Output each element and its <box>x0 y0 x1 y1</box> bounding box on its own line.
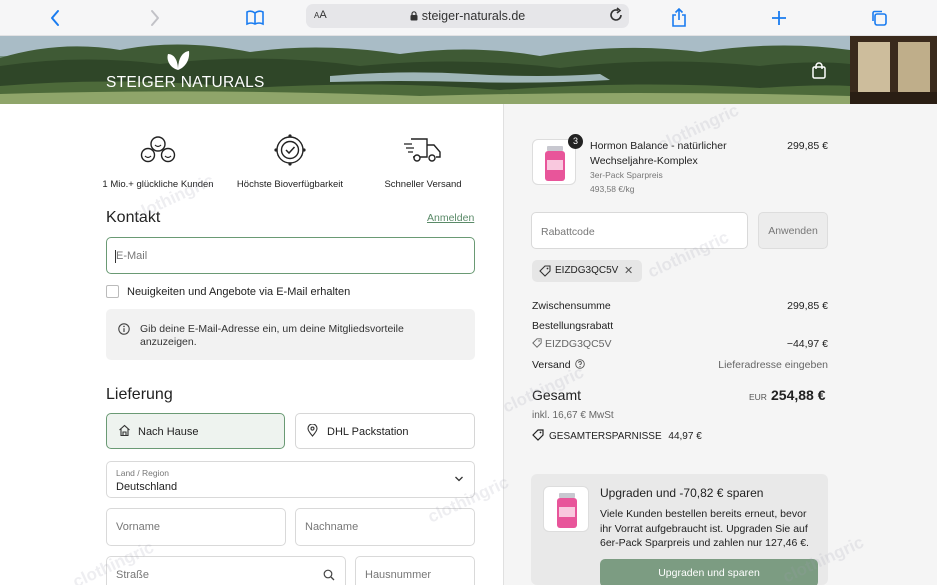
home-icon <box>119 424 130 437</box>
feature-bioavailability: Höchste Bioverfügbarkeit <box>232 133 348 190</box>
email-placeholder: E-Mail <box>116 249 148 262</box>
delivery-option-label: Nach Hause <box>138 426 199 438</box>
email-field[interactable]: E-Mail <box>106 237 475 274</box>
first-name-placeholder: Vorname <box>116 521 161 533</box>
happy-faces-icon <box>140 136 176 163</box>
total-savings-row: GESAMTERSPARNISSE 44,97 € <box>532 429 702 442</box>
help-icon[interactable] <box>575 359 586 369</box>
delivery-option-packstation[interactable]: DHL Packstation <box>295 413 475 449</box>
remove-discount-icon[interactable]: ✕ <box>624 264 633 277</box>
order-discount-label: Bestellungsrabatt <box>532 320 614 332</box>
country-select[interactable]: Land / Region Deutschland <box>106 461 475 498</box>
leaf-logo-icon <box>167 51 190 70</box>
country-value: Deutschland <box>116 481 178 493</box>
shipping-row: Versand <box>532 359 586 371</box>
savings-value: 44,97 € <box>668 431 702 442</box>
street-field[interactable]: Straße <box>106 556 346 585</box>
delivery-heading: Lieferung <box>106 386 173 403</box>
feature-label: Schneller Versand <box>384 179 462 190</box>
address-bar[interactable]: AA steiger-naturals.de <box>306 4 629 28</box>
reload-icon[interactable] <box>608 7 624 28</box>
landscape-image <box>0 36 937 104</box>
shopping-bag-icon[interactable] <box>811 62 827 84</box>
product-name: Hormon Balance - natürlicher Wechseljahr… <box>590 140 727 167</box>
share-icon[interactable] <box>668 7 690 29</box>
street-placeholder: Straße <box>116 569 150 581</box>
feature-label: Höchste Bioverfügbarkeit <box>236 179 344 190</box>
applied-discount-code: EIZDG3QC5V <box>555 265 619 276</box>
check-badge-icon <box>274 134 306 166</box>
total-label: Gesamt <box>532 387 582 403</box>
url-text: steiger-naturals.de <box>306 9 629 23</box>
shipping-value: Lieferadresse eingeben <box>718 359 828 371</box>
last-name-field[interactable]: Nachname <box>295 508 475 546</box>
lock-icon <box>410 11 418 21</box>
new-tab-icon[interactable] <box>768 7 790 29</box>
upgrade-text: Viele Kunden bestellen bereits erneut, b… <box>600 508 809 549</box>
savings-tag-icon <box>532 429 544 441</box>
newsletter-label: Neuigkeiten und Angebote via E-Mail erha… <box>127 286 351 298</box>
upgrade-title: Upgraden und -70,82 € sparen <box>600 486 764 500</box>
order-discount-code: EIZDG3QC5V <box>545 338 612 350</box>
tabs-overview-icon[interactable] <box>868 7 890 29</box>
shipping-label: Versand <box>532 359 571 371</box>
discount-code-field[interactable]: Rabattcode <box>531 212 748 249</box>
product-variant: 3er-Pack Sparpreis <box>590 170 663 180</box>
feature-fast-shipping: Schneller Versand <box>365 135 481 190</box>
house-number-field[interactable]: Hausnummer <box>355 556 475 585</box>
upgrade-offer-card: Upgraden und -70,82 € sparen Viele Kunde… <box>531 474 828 585</box>
product-price: 299,85 € <box>787 140 828 152</box>
total-value: 254,88 € <box>771 387 826 403</box>
delivery-truck-icon <box>404 138 441 162</box>
order-discount-value: −44,97 € <box>786 338 828 350</box>
quantity-badge: 3 <box>568 134 583 149</box>
order-discount-code-row: EIZDG3QC5V <box>532 338 612 350</box>
upgrade-product-thumbnail <box>543 486 589 532</box>
feature-label: 1 Mio.+ glückliche Kunden <box>102 179 214 190</box>
product-unit-price: 493,58 €/kg <box>590 184 635 194</box>
subtotal-value: 299,85 € <box>787 300 828 312</box>
tag-icon <box>539 265 551 277</box>
search-icon <box>323 569 335 581</box>
discount-code-placeholder: Rabattcode <box>541 226 595 238</box>
applied-discount-chip: EIZDG3QC5V ✕ <box>532 260 642 282</box>
chevron-down-icon <box>455 476 463 482</box>
house-number-placeholder: Hausnummer <box>365 569 432 581</box>
subtotal-label: Zwischensumme <box>532 300 611 312</box>
apply-discount-button[interactable]: Anwenden <box>758 212 828 249</box>
forward-icon[interactable] <box>144 7 166 29</box>
tag-icon <box>532 338 542 348</box>
tax-text: inkl. 16,67 € MwSt <box>532 410 614 421</box>
delivery-option-label: DHL Packstation <box>327 426 409 438</box>
last-name-placeholder: Nachname <box>305 521 359 533</box>
savings-label: GESAMTERSPARNISSE <box>549 431 662 442</box>
info-icon <box>118 323 130 335</box>
first-name-field[interactable]: Vorname <box>106 508 286 546</box>
supplement-bottle-image <box>557 493 577 528</box>
country-label: Land / Region <box>116 468 169 478</box>
feature-happy-customers: 1 Mio.+ glückliche Kunden <box>100 135 216 190</box>
contact-heading: Kontakt <box>106 209 161 226</box>
newsletter-checkbox[interactable] <box>106 285 119 298</box>
location-pin-icon <box>307 424 318 437</box>
member-info-text: Gib deine E-Mail-Adresse ein, um deine M… <box>140 323 404 348</box>
brand-name: STEIGER NATURALS <box>106 74 265 91</box>
delivery-option-home[interactable]: Nach Hause <box>106 413 285 449</box>
hero-banner <box>0 36 937 104</box>
member-info-box: Gib deine E-Mail-Adresse ein, um deine M… <box>106 309 475 360</box>
back-icon[interactable] <box>44 7 66 29</box>
browser-toolbar: AA steiger-naturals.de <box>0 0 937 36</box>
login-link[interactable]: Anmelden <box>427 212 474 224</box>
total-currency: EUR <box>749 392 767 402</box>
upgrade-button[interactable]: Upgraden und sparen <box>600 559 818 585</box>
bookmarks-icon[interactable] <box>244 7 266 29</box>
